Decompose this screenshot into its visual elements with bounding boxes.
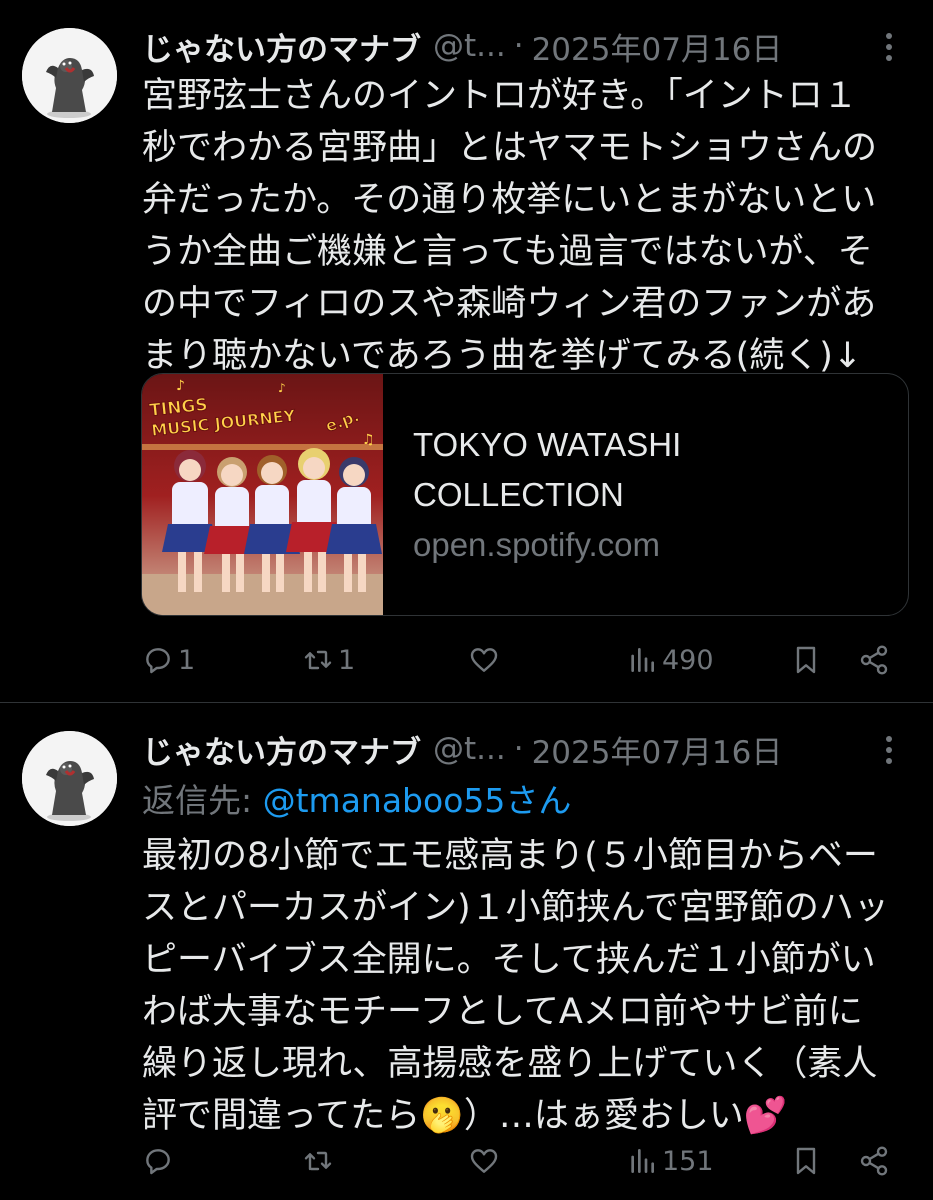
like-button[interactable] (468, 1141, 504, 1181)
reply-to-line: 返信先: @tmanaboo55さん (142, 775, 571, 827)
bookmark-button[interactable] (790, 1141, 822, 1181)
link-card[interactable]: TINGS MUSIC JOURNEY e.p. ♪ ♫ ♪ TOKYO WAT… (141, 373, 909, 616)
text-line: 宮野弦士さんのイントロが好き。「イントロ１ (142, 76, 858, 116)
views-icon (631, 1149, 654, 1173)
author-name[interactable]: じゃない方のマナブ (142, 727, 421, 772)
repost-count: 1 (338, 644, 356, 676)
text-line: の中でフィロのスや森崎ウィン君のファンがあ (142, 284, 877, 324)
separator: · (513, 731, 524, 767)
reply-button[interactable]: 1 (142, 640, 195, 680)
views-count: 490 (662, 644, 714, 676)
reply-to-label: 返信先: (142, 781, 263, 820)
like-button[interactable] (468, 640, 504, 680)
reply-icon (146, 648, 170, 674)
views-button[interactable]: 490 (626, 640, 714, 680)
tweet-header: じゃない方のマナブ @t... · 2025年07月16日 (142, 727, 902, 771)
text-line: うか全曲ご機嫌と言っても過言ではないが、そ (142, 232, 873, 272)
reply-count: 1 (178, 644, 196, 676)
tweet-date[interactable]: 2025年07月16日 (532, 727, 783, 772)
reply-icon (146, 1149, 170, 1175)
svg-text:♪: ♪ (176, 378, 185, 394)
repost-button[interactable] (302, 1141, 338, 1181)
svg-text:♫: ♫ (362, 432, 375, 448)
avatar[interactable] (22, 731, 117, 826)
heart-icon (470, 1149, 498, 1173)
author-name[interactable]: じゃない方のマナブ (142, 24, 421, 69)
tweet-date[interactable]: 2025年07月16日 (532, 24, 783, 69)
text-line: わば大事なモチーフとしてAメロ前やサビ前に (142, 992, 863, 1032)
share-icon (860, 645, 888, 675)
action-bar: 151 (142, 1141, 902, 1181)
tweet-text: 最初の8小節でエモ感高まり(５小節目からベー スとパーカスがイン)１小節挟んで宮… (142, 830, 912, 1142)
card-title: TOKYO WATASHI COLLECTION (413, 425, 682, 513)
text-line: スとパーカスがイン)１小節挟んで宮野節のハッ (142, 888, 889, 928)
card-domain: open.spotify.com (413, 525, 661, 563)
more-dots-icon[interactable] (872, 733, 906, 767)
text-line: 評で間違ってたら🫢）…はぁ愛おしい💕 (142, 1096, 788, 1136)
tweet-2[interactable]: じゃない方のマナブ @t... · 2025年07月16日 返信先: @tman… (0, 703, 933, 1200)
share-button[interactable] (858, 1141, 890, 1181)
svg-text:♪: ♪ (278, 381, 286, 395)
reply-button[interactable] (142, 1141, 178, 1181)
share-icon (860, 1146, 888, 1176)
more-dots-icon[interactable] (872, 30, 906, 64)
reply-mention-link[interactable]: @tmanaboo55さん (263, 781, 572, 820)
text-line: 秒でわかる宮野曲」とはヤマモトショウさんの (142, 128, 878, 168)
text-line: ピーバイブス全開に。そして挟んだ１小節がい (142, 940, 876, 980)
author-handle[interactable]: @t... (433, 28, 506, 64)
text-line: 最初の8小節でエモ感高まり(５小節目からベー (142, 836, 878, 876)
repost-icon (304, 1151, 332, 1171)
repost-icon (304, 650, 332, 670)
text-line: 弁だったか。その通り枚挙にいとまがないとい (142, 180, 877, 220)
tweet-1[interactable]: じゃない方のマナブ @t... · 2025年07月16日 宮野弦士さんのイント… (0, 0, 933, 703)
text-line: 繰り返し現れ、高揚感を盛り上げていく（素人 (142, 1044, 878, 1084)
views-icon (631, 648, 654, 672)
heart-icon (470, 648, 498, 672)
separator: · (513, 28, 524, 64)
action-bar: 1 1 490 (142, 640, 902, 680)
views-count: 151 (662, 1145, 714, 1177)
repost-button[interactable]: 1 (302, 640, 355, 680)
avatar[interactable] (22, 28, 117, 123)
tweet-text: 宮野弦士さんのイントロが好き。「イントロ１ 秒でわかる宮野曲」とはヤマモトショウ… (142, 70, 912, 382)
card-text: TOKYO WATASHI COLLECTION open.spotify.co… (383, 374, 733, 615)
author-handle[interactable]: @t... (433, 731, 506, 767)
bookmark-icon (796, 646, 816, 674)
tweet-header: じゃない方のマナブ @t... · 2025年07月16日 (142, 24, 902, 68)
bookmark-button[interactable] (790, 640, 822, 680)
views-button[interactable]: 151 (626, 1141, 714, 1181)
share-button[interactable] (858, 640, 890, 680)
album-cover-image: TINGS MUSIC JOURNEY e.p. ♪ ♫ ♪ (142, 374, 383, 615)
bookmark-icon (796, 1147, 816, 1175)
